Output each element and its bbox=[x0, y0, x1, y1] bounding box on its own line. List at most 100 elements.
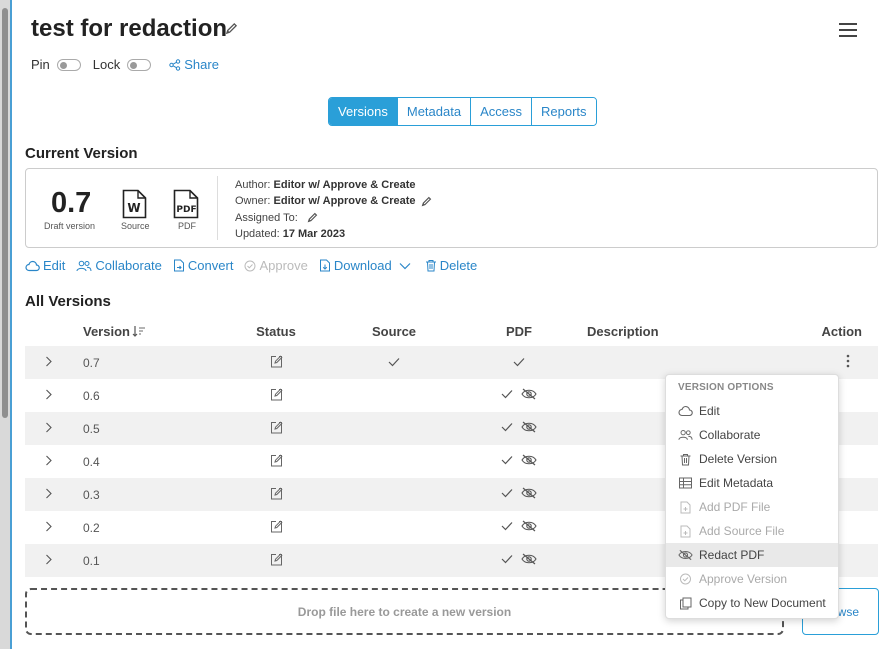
owner-label: Owner: bbox=[235, 195, 271, 208]
status-edit-icon[interactable] bbox=[270, 519, 283, 536]
menu-item-collaborate[interactable]: Collaborate bbox=[666, 423, 838, 447]
chevron-down-icon bbox=[399, 262, 411, 269]
eye-slash-icon bbox=[678, 549, 699, 561]
document-tabs: Versions Metadata Access Reports bbox=[328, 97, 597, 126]
hamburger-menu-icon[interactable] bbox=[839, 23, 857, 37]
updated-label: Updated: bbox=[235, 227, 280, 240]
expand-chevron-icon[interactable] bbox=[25, 488, 83, 502]
expand-chevron-icon[interactable] bbox=[25, 422, 83, 436]
approve-button[interactable]: Approve bbox=[244, 258, 308, 273]
status-edit-icon[interactable] bbox=[270, 486, 283, 503]
version-options-menu: VERSION OPTIONS Edit Collaborate Delete Ve… bbox=[665, 374, 839, 619]
menu-item-add-pdf-file[interactable]: Add PDF File bbox=[666, 495, 838, 519]
tab-reports[interactable]: Reports bbox=[531, 98, 596, 125]
document-title: test for redaction bbox=[31, 15, 228, 42]
cloud-icon bbox=[25, 260, 40, 271]
pdf-check-icon bbox=[501, 454, 513, 469]
download-button[interactable]: Download bbox=[319, 258, 414, 273]
version-column-header[interactable]: Version bbox=[83, 324, 233, 339]
menu-header: VERSION OPTIONS bbox=[678, 382, 774, 393]
status-edit-icon[interactable] bbox=[270, 387, 283, 404]
edit-owner-pencil-icon[interactable] bbox=[421, 196, 432, 207]
menu-item-label: Add Source File bbox=[699, 524, 785, 538]
pdf-column-header: PDF bbox=[506, 323, 532, 339]
menu-item-delete-version[interactable]: Delete Version bbox=[666, 447, 838, 471]
download-label: Download bbox=[333, 258, 392, 273]
version-cell: 0.6 bbox=[83, 388, 100, 403]
expand-chevron-icon[interactable] bbox=[25, 554, 83, 568]
source-word-icon[interactable]: W bbox=[122, 189, 147, 224]
version-actions: Edit Collaborate Convert Approve Downloa… bbox=[25, 258, 488, 273]
updated-value: 17 Mar 2023 bbox=[282, 227, 346, 240]
delete-button[interactable]: Delete bbox=[425, 258, 477, 273]
redacted-eye-slash-icon bbox=[521, 487, 537, 502]
trash-icon bbox=[678, 453, 699, 466]
owner-value: Editor w/ Approve & Create bbox=[273, 195, 416, 208]
pin-label: Pin bbox=[31, 57, 50, 72]
status-edit-icon[interactable] bbox=[270, 354, 283, 371]
tab-metadata[interactable]: Metadata bbox=[397, 98, 472, 125]
menu-item-edit[interactable]: Edit bbox=[666, 399, 838, 423]
menu-item-label: Collaborate bbox=[699, 428, 761, 442]
check-circle-icon bbox=[244, 260, 256, 271]
share-link[interactable]: Share bbox=[169, 57, 219, 72]
status-edit-icon[interactable] bbox=[270, 420, 283, 437]
scrollbar-thumb[interactable] bbox=[2, 8, 8, 418]
share-label: Share bbox=[184, 57, 219, 72]
redacted-eye-slash-icon bbox=[521, 388, 537, 403]
menu-item-label: Redact PDF bbox=[699, 548, 765, 562]
status-edit-icon[interactable] bbox=[270, 453, 283, 470]
convert-button[interactable]: Convert bbox=[173, 258, 233, 273]
expand-chevron-icon[interactable] bbox=[25, 521, 83, 535]
edit-button[interactable]: Edit bbox=[25, 258, 65, 273]
menu-item-label: Edit Metadata bbox=[699, 476, 774, 490]
edit-assignee-pencil-icon[interactable] bbox=[307, 212, 318, 223]
pdf-label: PDF bbox=[178, 221, 196, 231]
menu-item-redact-pdf[interactable]: Redact PDF bbox=[666, 543, 838, 567]
row-actions-kebab-icon[interactable] bbox=[846, 354, 850, 371]
lock-toggle[interactable] bbox=[127, 58, 152, 71]
version-cell: 0.4 bbox=[83, 454, 100, 469]
expand-chevron-icon[interactable] bbox=[25, 389, 83, 403]
cloud-icon bbox=[678, 405, 699, 417]
menu-item-copy-to-new-document[interactable]: Copy to New Document bbox=[666, 591, 838, 615]
menu-item-label: Delete Version bbox=[699, 452, 778, 466]
file-plus-icon bbox=[678, 525, 699, 538]
tab-access[interactable]: Access bbox=[471, 98, 532, 125]
menu-item-edit-metadata[interactable]: Edit Metadata bbox=[666, 471, 838, 495]
pin-toggle[interactable] bbox=[56, 58, 81, 71]
status-edit-icon[interactable] bbox=[270, 552, 283, 569]
share-icon bbox=[169, 58, 181, 71]
tab-versions[interactable]: Versions bbox=[329, 98, 398, 125]
users-icon bbox=[76, 260, 92, 271]
pdf-check-icon bbox=[501, 487, 513, 502]
description-column-header: Description bbox=[587, 323, 659, 339]
assigned-label: Assigned To: bbox=[235, 211, 298, 224]
edit-label: Edit bbox=[43, 258, 66, 273]
menu-item-label: Copy to New Document bbox=[699, 596, 826, 610]
expand-chevron-icon[interactable] bbox=[25, 356, 83, 370]
source-check-icon bbox=[388, 356, 400, 370]
version-meta: Author: Editor w/ Approve & Create Owner… bbox=[235, 177, 432, 242]
menu-item-add-source-file[interactable]: Add Source File bbox=[666, 519, 838, 543]
author-label: Author: bbox=[235, 179, 271, 191]
collaborate-button[interactable]: Collaborate bbox=[76, 258, 162, 273]
menu-item-label: Edit bbox=[699, 404, 720, 418]
edit-title-pencil-icon[interactable] bbox=[225, 22, 238, 40]
draft-version-label: Draft version bbox=[44, 221, 96, 231]
all-versions-heading: All Versions bbox=[25, 293, 111, 310]
approve-label: Approve bbox=[259, 258, 308, 273]
pdf-file-icon[interactable]: PDF bbox=[173, 189, 200, 224]
file-plus-icon bbox=[678, 501, 699, 514]
copy-icon bbox=[678, 597, 699, 610]
current-version-heading: Current Version bbox=[25, 145, 138, 162]
menu-item-label: Approve Version bbox=[699, 572, 788, 586]
redacted-eye-slash-icon bbox=[521, 454, 537, 469]
redacted-eye-slash-icon bbox=[521, 553, 537, 568]
collaborate-label: Collaborate bbox=[95, 258, 162, 273]
toggle-row: Pin Lock Share bbox=[31, 57, 219, 72]
page-scrollbar[interactable] bbox=[0, 0, 10, 649]
document-page: test for redaction Pin Lock Share Versio… bbox=[12, 0, 889, 649]
menu-item-approve-version[interactable]: Approve Version bbox=[666, 567, 838, 591]
expand-chevron-icon[interactable] bbox=[25, 455, 83, 469]
